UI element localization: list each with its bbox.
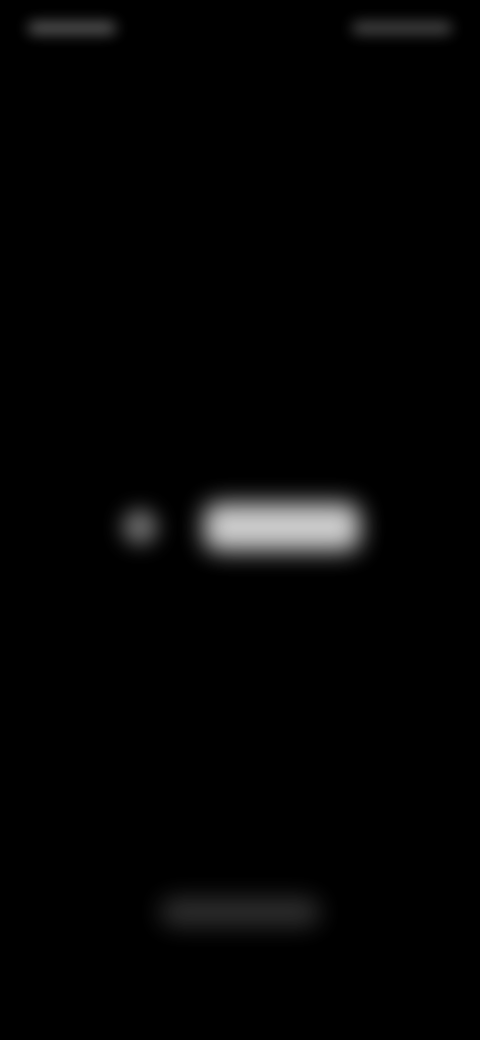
center-loading-row [110, 495, 370, 559]
status-bar-icons-blur [352, 22, 452, 34]
status-bar-left [28, 14, 128, 42]
spinner-icon [122, 509, 158, 545]
status-bar-right [342, 14, 452, 42]
center-label [110, 495, 111, 496]
screen [0, 0, 480, 1040]
bottom-area [160, 880, 320, 940]
center-label-blur [204, 503, 360, 551]
bottom-label [160, 880, 161, 881]
status-bar-time-blur [28, 22, 116, 34]
bottom-label-blur [160, 898, 320, 926]
